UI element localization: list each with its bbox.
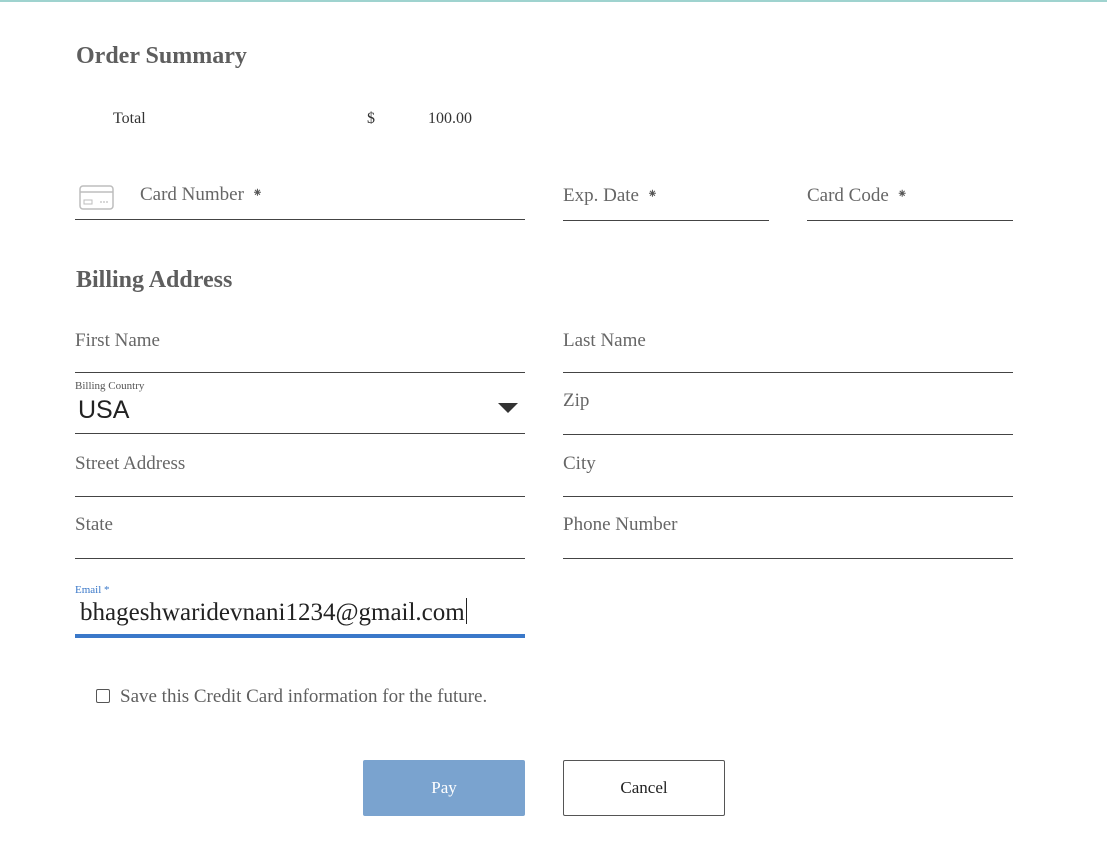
card-number-placeholder: Card Number ⁕	[140, 184, 263, 205]
chevron-down-icon	[498, 403, 518, 413]
state-field[interactable]: State	[75, 508, 525, 559]
card-number-field[interactable]: Card Number ⁕	[75, 177, 525, 220]
phone-number-placeholder: Phone Number	[563, 514, 678, 535]
required-mark: ⁕	[251, 185, 263, 200]
billing-country-label: Billing Country	[75, 380, 145, 392]
top-border	[0, 0, 1107, 2]
zip-field[interactable]: Zip	[563, 376, 1013, 435]
city-placeholder: City	[563, 453, 596, 474]
city-field[interactable]: City	[563, 446, 1013, 497]
zip-placeholder: Zip	[563, 390, 590, 411]
state-placeholder: State	[75, 514, 113, 535]
exp-date-placeholder: Exp. Date ⁕	[563, 185, 658, 206]
street-address-placeholder: Street Address	[75, 453, 186, 474]
card-code-placeholder: Card Code ⁕	[807, 185, 908, 206]
order-summary-heading: Order Summary	[76, 43, 247, 69]
phone-number-field[interactable]: Phone Number	[563, 508, 1013, 559]
total-label: Total	[113, 110, 146, 127]
total-amount: 100.00	[428, 110, 472, 127]
required-mark: *	[104, 584, 110, 596]
exp-date-field[interactable]: Exp. Date ⁕	[563, 178, 769, 221]
credit-card-icon	[79, 185, 114, 210]
first-name-field[interactable]: First Name	[75, 324, 525, 373]
email-input-value[interactable]: bhageshwaridevnani1234@gmail.com	[80, 598, 467, 627]
first-name-placeholder: First Name	[75, 330, 160, 351]
currency-symbol: $	[367, 110, 375, 127]
email-label: Email *	[75, 584, 110, 596]
billing-address-heading: Billing Address	[76, 267, 233, 293]
save-card-label[interactable]: Save this Credit Card information for th…	[120, 686, 487, 708]
billing-country-value: USA	[78, 396, 130, 424]
required-mark: ⁕	[896, 186, 908, 201]
email-field[interactable]: Email * bhageshwaridevnani1234@gmail.com	[75, 580, 525, 638]
card-code-field[interactable]: Card Code ⁕	[807, 178, 1013, 221]
pay-button[interactable]: Pay	[363, 760, 525, 816]
last-name-field[interactable]: Last Name	[563, 324, 1013, 373]
billing-country-select[interactable]: Billing Country USA	[75, 376, 525, 434]
cancel-button[interactable]: Cancel	[563, 760, 725, 816]
save-card-checkbox[interactable]	[96, 689, 110, 703]
last-name-placeholder: Last Name	[563, 330, 646, 351]
street-address-field[interactable]: Street Address	[75, 446, 525, 497]
text-cursor	[465, 598, 467, 624]
required-mark: ⁕	[646, 186, 658, 201]
